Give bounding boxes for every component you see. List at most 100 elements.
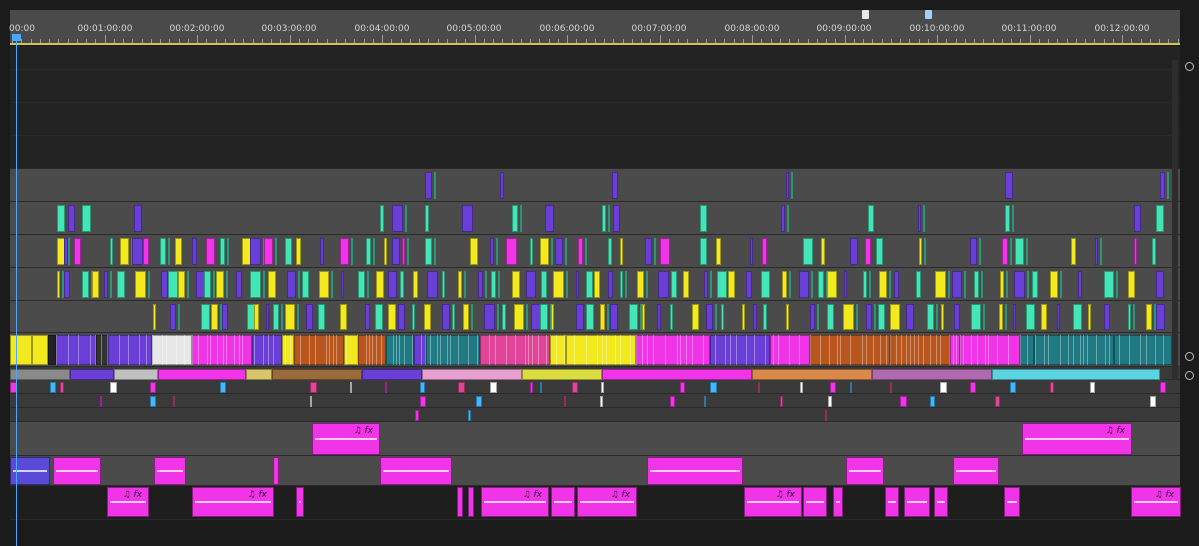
small-clip[interactable] [490, 382, 497, 393]
video-clip[interactable] [658, 271, 669, 298]
playhead-handle[interactable] [12, 34, 21, 41]
video-clip-edge[interactable] [948, 271, 950, 298]
audio-clip[interactable] [273, 457, 279, 485]
video-clip[interactable] [827, 304, 834, 330]
video-clip[interactable] [1146, 304, 1152, 330]
video-clip[interactable] [578, 238, 583, 265]
video-clip[interactable] [594, 271, 600, 298]
video-clip-edge[interactable] [497, 304, 499, 330]
video-clip[interactable] [850, 238, 858, 265]
video-clip-edge[interactable] [434, 238, 436, 265]
video-clip[interactable] [700, 205, 707, 232]
clip-cut-line[interactable] [162, 335, 163, 365]
clip-cut-line[interactable] [458, 335, 459, 365]
video-clip[interactable] [250, 238, 261, 265]
video-clip[interactable] [1128, 304, 1131, 330]
small-clip[interactable] [540, 382, 542, 393]
clip-cut-line[interactable] [963, 335, 964, 365]
video-clip[interactable] [1071, 238, 1076, 265]
clip-cut-line[interactable] [425, 335, 426, 365]
clip-cut-line[interactable] [1044, 335, 1045, 365]
video-clip[interactable] [386, 335, 414, 365]
clip-cut-line[interactable] [1146, 335, 1147, 365]
video-clip-edge[interactable] [331, 271, 333, 298]
video-clip[interactable] [620, 238, 623, 265]
clip-cut-line[interactable] [997, 335, 998, 365]
audio-clip[interactable]: ♫ fx [744, 487, 802, 517]
video-clip[interactable] [670, 304, 673, 330]
small-clip[interactable] [173, 396, 175, 407]
video-clip-edge[interactable] [964, 271, 966, 298]
clip-cut-line[interactable] [820, 335, 821, 365]
video-clip[interactable] [1104, 304, 1110, 330]
clip-cut-line[interactable] [68, 335, 69, 365]
audio-waveform-clip[interactable] [114, 369, 158, 380]
clip-cut-line[interactable] [369, 335, 370, 365]
video-clip[interactable] [302, 271, 309, 298]
video-clip[interactable] [500, 172, 504, 199]
video-clip[interactable] [398, 304, 405, 330]
video-clip[interactable] [545, 205, 554, 232]
video-clip-edge[interactable] [983, 304, 985, 330]
small-clip[interactable] [468, 410, 471, 421]
clip-cut-line[interactable] [506, 335, 507, 365]
video-clip[interactable] [878, 304, 885, 330]
clip-cut-line[interactable] [653, 335, 654, 365]
small-clip[interactable] [60, 382, 64, 393]
video-clip[interactable] [610, 304, 618, 330]
video-clip[interactable] [1073, 304, 1082, 330]
clip-cut-line[interactable] [192, 335, 193, 365]
video-clip[interactable] [1015, 238, 1024, 265]
clip-cut-line[interactable] [90, 335, 91, 365]
clip-cut-line[interactable] [166, 335, 167, 365]
track-lane-4[interactable] [10, 136, 1180, 169]
clip-cut-line[interactable] [198, 335, 199, 365]
video-clip[interactable] [57, 271, 60, 298]
video-clip[interactable] [799, 271, 809, 298]
clip-cut-line[interactable] [1087, 335, 1088, 365]
video-clip-edge[interactable] [367, 271, 369, 298]
clip-cut-line[interactable] [564, 335, 565, 365]
clip-cut-line[interactable] [1068, 335, 1069, 365]
clip-cut-line[interactable] [736, 335, 737, 365]
clip-cut-line[interactable] [396, 335, 397, 365]
video-clip[interactable] [704, 271, 708, 298]
video-clip-edge[interactable] [936, 304, 938, 330]
small-clip[interactable] [780, 396, 783, 407]
track-lane-14[interactable] [10, 408, 1180, 422]
video-clip[interactable] [153, 304, 156, 330]
video-clip[interactable] [402, 238, 405, 265]
video-clip[interactable] [285, 238, 292, 265]
video-clip-edge[interactable] [178, 304, 180, 330]
video-clip[interactable] [392, 238, 400, 265]
video-clip[interactable] [553, 271, 564, 298]
video-clip[interactable] [1156, 304, 1165, 330]
video-clip-edge[interactable] [715, 304, 717, 330]
video-clip[interactable] [512, 271, 520, 298]
clip-cut-line[interactable] [285, 335, 286, 365]
video-clip-edge[interactable] [869, 271, 871, 298]
video-clip-edge[interactable] [263, 271, 265, 298]
playhead-line[interactable] [16, 36, 17, 546]
small-clip[interactable] [476, 396, 482, 407]
video-clip[interactable] [222, 304, 228, 330]
clip-cut-line[interactable] [146, 335, 147, 365]
audio-waveform-clip[interactable] [272, 369, 362, 380]
video-clip[interactable] [608, 238, 612, 265]
audio-waveform-clip[interactable] [158, 369, 246, 380]
video-clip-edge[interactable] [298, 271, 300, 298]
clip-cut-line[interactable] [217, 335, 218, 365]
video-clip[interactable] [608, 271, 613, 298]
video-clip[interactable] [629, 304, 638, 330]
video-clip[interactable] [268, 271, 276, 298]
video-clip[interactable] [502, 304, 506, 330]
small-clip[interactable] [825, 410, 827, 421]
clip-cut-line[interactable] [949, 335, 950, 365]
clip-cut-line[interactable] [574, 335, 575, 365]
video-clip[interactable] [1050, 271, 1058, 298]
video-clip[interactable] [526, 271, 536, 298]
video-clip-edge[interactable] [565, 238, 567, 265]
clip-cut-line[interactable] [725, 335, 726, 365]
video-clip-edge[interactable] [187, 271, 189, 298]
clip-cut-line[interactable] [268, 335, 269, 365]
